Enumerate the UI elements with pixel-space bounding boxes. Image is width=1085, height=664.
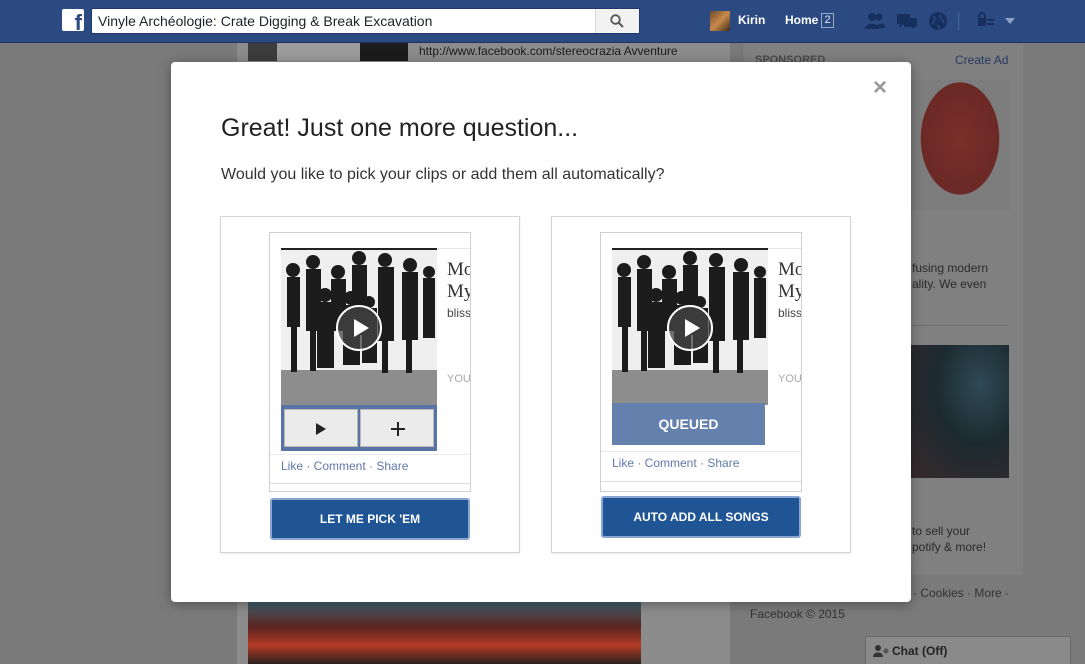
auto-add-all-songs-button[interactable]: AUTO ADD ALL SONGS (601, 496, 801, 538)
dialog-title: Great! Just one more question... (221, 114, 579, 142)
divider (270, 483, 470, 484)
song-title-line: My (447, 281, 471, 302)
search-input[interactable] (92, 9, 595, 33)
clip-controls (281, 405, 437, 451)
post-album-art (248, 602, 641, 664)
chat-bar[interactable]: Chat (Off) (865, 636, 1071, 664)
option-auto-add: Mo My bliss YOU QUEUED Like · Comment · … (551, 216, 851, 553)
plus-icon (391, 422, 405, 436)
clip-selection-dialog: × Great! Just one more question... Would… (171, 62, 911, 602)
play-icon (316, 423, 326, 435)
privacy-shortcuts-icon[interactable] (975, 11, 997, 31)
ad-text: ality. We even (912, 277, 987, 291)
profile-name-link[interactable]: Kirin (738, 13, 765, 27)
close-icon[interactable]: × (873, 76, 887, 100)
card-rule (437, 248, 470, 249)
artist-name: bliss (447, 306, 471, 320)
chat-person-icon (873, 645, 889, 657)
divider (270, 454, 470, 455)
card-rule (768, 248, 801, 249)
home-count-badge: 2 (821, 13, 834, 28)
toolbar-divider (958, 12, 959, 30)
source-label: YOU (778, 373, 802, 385)
play-clip-button[interactable] (284, 409, 358, 447)
top-navigation-bar: f Kirin Home 2 (0, 0, 1085, 43)
source-label: YOU (447, 373, 471, 385)
post-thumbnail (248, 43, 408, 61)
divider (601, 481, 801, 482)
like-comment-share-links[interactable]: Like · Comment · Share (281, 459, 408, 473)
song-card-preview: Mo My bliss YOU QUEUED Like · Comment · … (600, 232, 802, 492)
facebook-logo-icon[interactable]: f (62, 9, 84, 31)
ad-image[interactable] (910, 80, 1010, 210)
band-photo (612, 250, 768, 405)
song-title-line: Mo (447, 259, 471, 280)
divider (912, 325, 1008, 326)
search-icon (610, 14, 624, 28)
search-box (91, 8, 640, 34)
song-card-preview: Mo My bliss YOU Like · Comment · Share (269, 232, 471, 492)
let-me-pick-button[interactable]: LET ME PICK 'EM (270, 498, 470, 540)
play-icon[interactable] (667, 305, 713, 351)
avatar[interactable] (710, 11, 730, 31)
chat-status-label: Chat (Off) (892, 644, 948, 658)
footer-copyright: Facebook © 2015 (750, 607, 845, 621)
ad-text: to sell your (912, 524, 971, 538)
post-link[interactable]: http://www.facebook.com/stereocrazia Avv… (419, 44, 678, 58)
queued-status: QUEUED (612, 403, 765, 445)
artist-name: bliss (778, 306, 802, 320)
ad-image[interactable] (910, 345, 1009, 478)
account-menu-chevron-down-icon[interactable] (1005, 18, 1015, 24)
footer-links[interactable]: · Cookies · More · (913, 586, 1009, 600)
ad-text: potify & more! (912, 540, 987, 554)
home-link[interactable]: Home (785, 13, 818, 27)
divider (601, 451, 801, 452)
friend-requests-icon[interactable] (864, 11, 886, 31)
dialog-subtitle: Would you like to pick your clips or add… (221, 166, 665, 183)
play-icon[interactable] (336, 305, 382, 351)
song-title-line: Mo (778, 259, 802, 280)
notifications-globe-icon[interactable] (927, 11, 949, 31)
like-comment-share-links[interactable]: Like · Comment · Share (612, 456, 739, 470)
create-ad-link[interactable]: Create Ad (955, 53, 1008, 67)
add-clip-button[interactable] (360, 409, 434, 447)
song-title-line: My (778, 281, 802, 302)
band-photo (281, 250, 437, 405)
messages-icon[interactable] (896, 11, 918, 31)
search-button[interactable] (595, 9, 639, 33)
option-pick-clips: Mo My bliss YOU Like · Comment · Share L… (220, 216, 520, 553)
ad-text: fusing modern (912, 261, 989, 275)
